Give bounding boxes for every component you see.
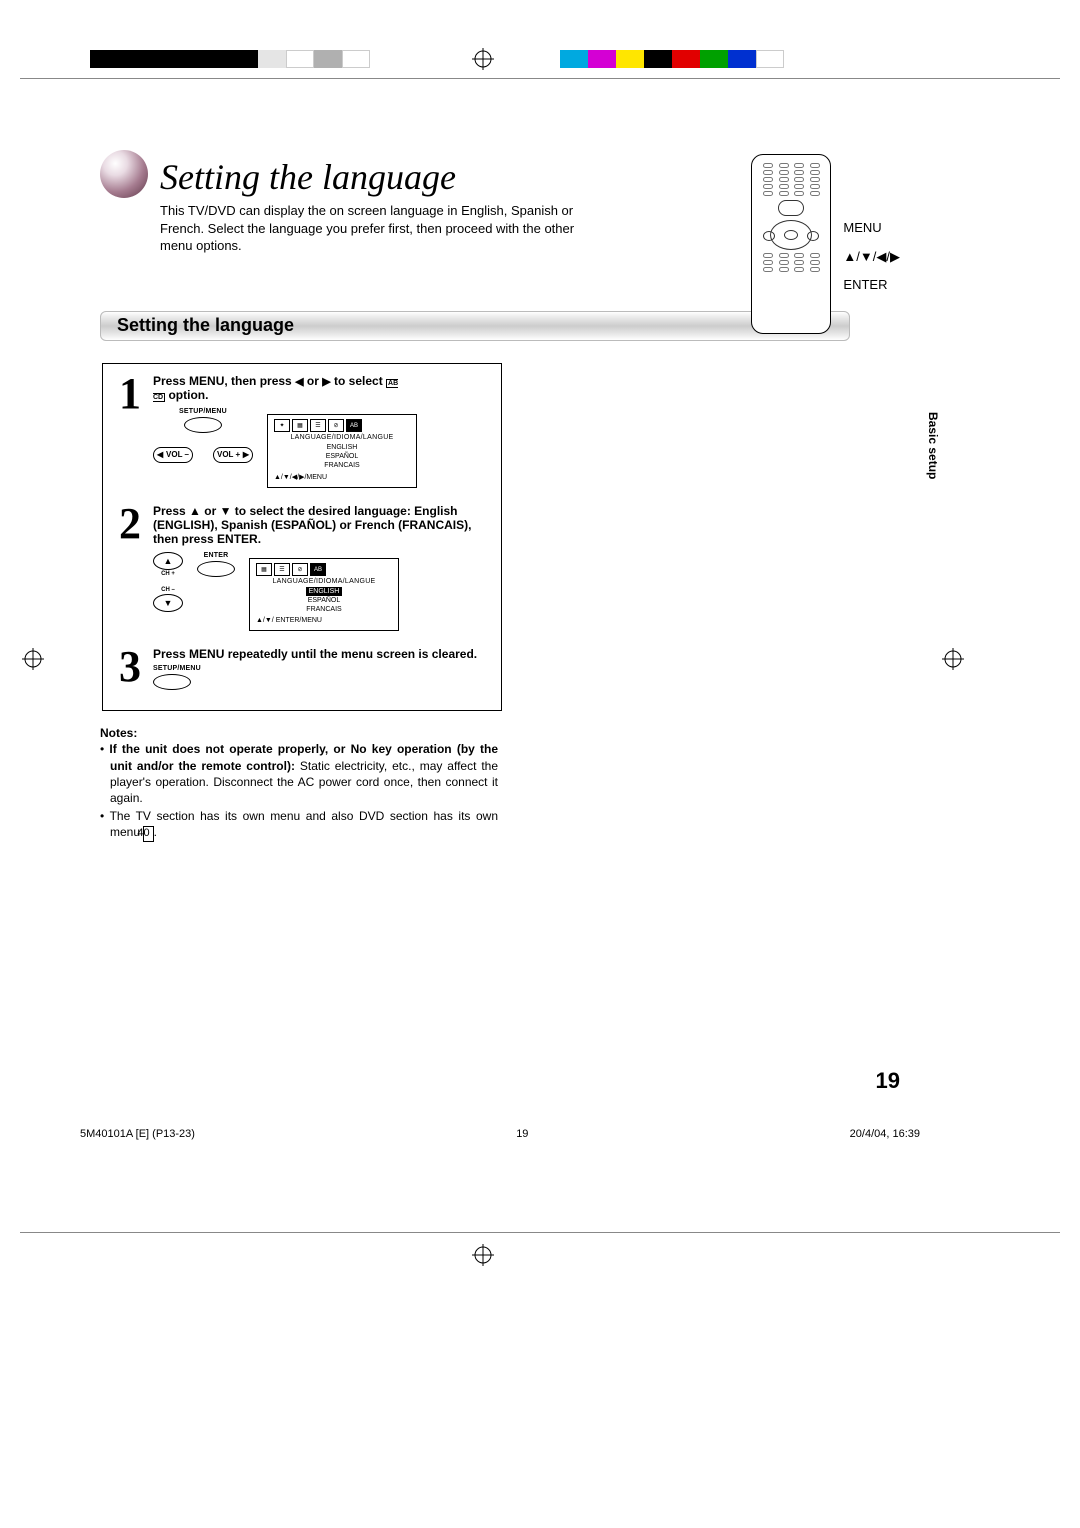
- notes-section: Notes: • If the unit does not operate pr…: [100, 725, 498, 841]
- step-number: 3: [119, 647, 153, 692]
- osd-tab-icon: ▦: [292, 419, 308, 432]
- setup-menu-label: SETUP/MENU: [179, 408, 227, 415]
- bottom-rule: [20, 1232, 1060, 1233]
- vol-minus-button-icon: ◀VOL –: [153, 447, 193, 463]
- footer-left: 5M40101A [E] (P13-23): [80, 1128, 195, 1140]
- remote-dpad: [770, 220, 812, 250]
- notes-header: Notes:: [100, 726, 137, 740]
- registration-mark-icon: [472, 48, 494, 70]
- top-rule: [20, 78, 1060, 79]
- section-title: Setting the language: [117, 315, 294, 336]
- side-tab: Basic setup: [926, 412, 940, 479]
- colorbar-right: [560, 50, 784, 68]
- step3-text: Press MENU repeatedly until the menu scr…: [153, 647, 477, 661]
- enter-label: ENTER: [204, 552, 229, 559]
- footer-mid: 19: [516, 1128, 528, 1140]
- page-ref: 40: [143, 826, 153, 841]
- remote-outline: [751, 154, 831, 334]
- osd-opt: FRANCAIS: [274, 461, 410, 470]
- osd-tab-icon: ▦: [256, 563, 272, 576]
- section-header: Setting the language: [100, 311, 850, 341]
- ch-plus-button-icon: ▲: [153, 552, 183, 570]
- step2-text: Press ▲ or ▼ to select the desired langu…: [153, 504, 471, 546]
- osd-heading: LANGUAGE/IDIOMA/LANGUE: [256, 578, 392, 585]
- right-triangle-icon: ▶: [322, 376, 330, 388]
- step-3: 3 Press MENU repeatedly until the menu s…: [119, 647, 485, 692]
- note-2-a: The TV section has its own menu and also…: [110, 809, 498, 839]
- setup-menu-button-icon: [184, 417, 222, 433]
- steps-box: 1 Press MENU, then press ◀ or ▶ to selec…: [102, 363, 502, 712]
- step1-text-b: or: [304, 374, 323, 388]
- osd-opt: ESPAÑOL: [274, 452, 410, 461]
- registration-mark-icon: [942, 648, 964, 670]
- osd-tab-icon: ⊘: [328, 419, 344, 432]
- note-1: • If the unit does not operate properly,…: [100, 741, 498, 806]
- osd-screen-2: ▦ ☰ ⊘ AB LANGUAGE/IDIOMA/LANGUE ENGLISH …: [249, 558, 399, 631]
- left-triangle-icon: ◀: [295, 376, 303, 388]
- step1-text-d: option.: [165, 388, 208, 402]
- osd-tab-lang-icon: AB: [310, 563, 326, 576]
- vol-plus-button-icon: VOL +▶: [213, 447, 253, 463]
- ch-minus-button-icon: ▼: [153, 594, 183, 612]
- osd-opt: ESPAÑOL: [256, 596, 392, 605]
- note-2-c: .: [154, 825, 157, 839]
- footer-right: 20/4/04, 16:39: [850, 1128, 920, 1140]
- registration-mark-icon: [22, 648, 44, 670]
- osd-nav-icon: ✦: [274, 419, 290, 432]
- remote-label-menu: MENU: [843, 214, 900, 243]
- print-footer: 5M40101A [E] (P13-23) 19 20/4/04, 16:39: [80, 1128, 920, 1140]
- remote-label-enter: ENTER: [843, 271, 900, 300]
- intro-text: This TV/DVD can display the on screen la…: [160, 202, 600, 255]
- setup-menu-label: SETUP/MENU: [153, 665, 485, 672]
- osd-tab-icon: ☰: [274, 563, 290, 576]
- osd-tab-icon: ⊘: [292, 563, 308, 576]
- remote-diagram: MENU ▲/▼/◀/▶ ENTER: [751, 154, 900, 334]
- page-number: 19: [876, 1068, 900, 1094]
- osd-heading: LANGUAGE/IDIOMA/LANGUE: [274, 434, 410, 441]
- sphere-icon: [100, 150, 148, 198]
- step-number: 1: [119, 374, 153, 492]
- setup-menu-button-icon: [153, 674, 191, 690]
- osd-opt-selected: ENGLISH: [306, 587, 343, 596]
- step-2: 2 Press ▲ or ▼ to select the desired lan…: [119, 504, 485, 635]
- osd-tab-lang-icon: AB: [346, 419, 362, 432]
- ch-plus-label: CH +: [161, 571, 175, 577]
- osd-screen-1: ✦ ▦ ☰ ⊘ AB LANGUAGE/IDIOMA/LANGUE ENGLIS…: [267, 414, 417, 488]
- page-title: Setting the language: [160, 156, 456, 198]
- note-2: • The TV section has its own menu and al…: [100, 808, 498, 841]
- colorbar-left: [90, 50, 370, 68]
- step-number: 2: [119, 504, 153, 635]
- step1-text-c: to select: [331, 374, 386, 388]
- osd-opt: ENGLISH: [274, 443, 410, 452]
- osd-footer: ▲/▼/◀/▶/MENU: [274, 473, 410, 481]
- enter-button-icon: [197, 561, 235, 577]
- osd-tab-icon: ☰: [310, 419, 326, 432]
- remote-label-arrows: ▲/▼/◀/▶: [843, 243, 900, 272]
- step1-text-a: Press MENU, then press: [153, 374, 295, 388]
- step-1: 1 Press MENU, then press ◀ or ▶ to selec…: [119, 374, 485, 492]
- osd-footer: ▲/▼/ ENTER/MENU: [256, 617, 392, 624]
- remote-menu-button: [778, 200, 804, 216]
- registration-mark-icon: [472, 1244, 494, 1266]
- osd-opt: FRANCAIS: [256, 605, 392, 614]
- ch-minus-label: CH –: [161, 587, 175, 593]
